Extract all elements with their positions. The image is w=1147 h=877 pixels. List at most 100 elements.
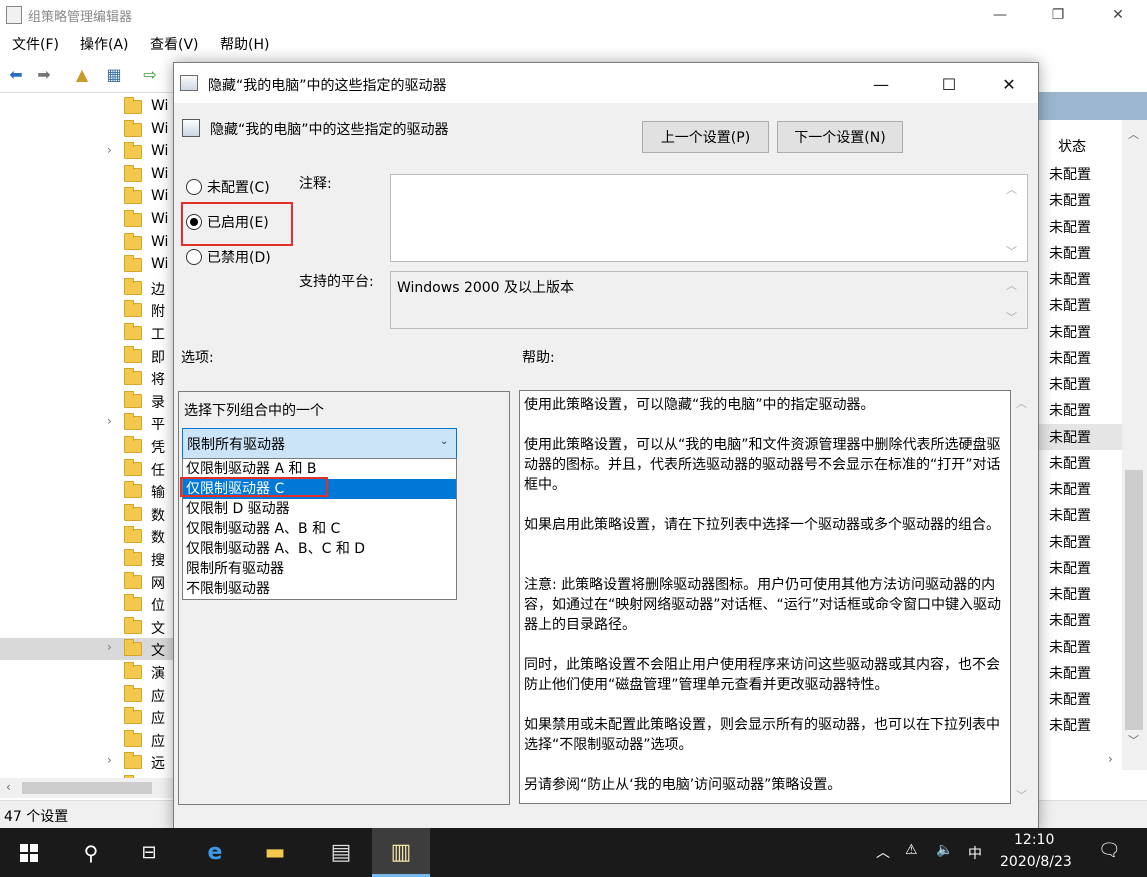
volume-muted-icon[interactable]: 🔈 [936, 842, 953, 858]
forward-arrow-icon[interactable]: ➡ [34, 64, 54, 84]
dropdown-option[interactable]: 仅限制驱动器 A、B 和 C [183, 519, 456, 539]
tree-item[interactable]: 工 [0, 322, 175, 344]
status-cell[interactable]: 未配置 [1049, 715, 1091, 735]
windows-start-icon[interactable] [0, 828, 58, 877]
export-list-icon[interactable]: ⇨ [140, 64, 160, 84]
menu-help[interactable]: 帮助(H) [220, 34, 269, 54]
platform-scroll-down-icon[interactable]: ﹀ [1006, 309, 1017, 325]
dropdown-option[interactable]: 仅限制 D 驱动器 [183, 499, 456, 519]
help-scrollbar[interactable] [1012, 390, 1030, 804]
chevron-right-icon[interactable]: › [107, 414, 112, 428]
status-cell[interactable]: 未配置 [1049, 269, 1091, 289]
details-scroll-thumb[interactable] [1125, 470, 1143, 730]
tree-item[interactable]: › 远 [0, 751, 175, 773]
tree-horizontal-scrollbar[interactable]: ‹ [0, 778, 175, 798]
dropdown-option[interactable]: 不限制驱动器 [183, 579, 456, 599]
scroll-up-icon[interactable]: ︿ [1128, 126, 1139, 142]
dialog-close-button[interactable]: ✕ [986, 69, 1032, 99]
show-hide-tree-icon[interactable]: ▦ [104, 64, 124, 84]
internet-explorer-icon[interactable]: e [186, 828, 244, 877]
tree-item[interactable]: 应 [0, 706, 175, 728]
task-view-icon[interactable]: ⊟ [120, 828, 178, 877]
menu-file[interactable]: 文件(F) [12, 34, 59, 54]
status-cell[interactable]: 未配置 [1049, 427, 1091, 447]
help-scroll-up-icon[interactable]: ︿ [1016, 395, 1027, 411]
tree-item[interactable]: 凭 [0, 435, 175, 457]
dropdown-selected-value[interactable]: 限制所有驱动器 [187, 434, 285, 454]
network-warning-icon[interactable]: ⚠ [905, 842, 918, 858]
maximize-button[interactable]: ❐ [1035, 0, 1081, 30]
scroll-thumb[interactable] [22, 782, 152, 794]
policy-editor-taskbar-icon[interactable]: ▥ [372, 828, 430, 877]
clock-time[interactable]: 12:10 [1014, 832, 1054, 848]
comment-scroll-up-icon[interactable]: ︿ [1006, 181, 1017, 197]
status-cell[interactable]: 未配置 [1049, 348, 1091, 368]
tree-item[interactable]: 数 [0, 503, 175, 525]
tree-item[interactable]: 位 [0, 593, 175, 615]
scroll-left-icon[interactable]: ‹ [6, 780, 11, 794]
tree-item[interactable]: 应 [0, 684, 175, 706]
status-cell[interactable]: 未配置 [1049, 217, 1091, 237]
status-cell[interactable]: 未配置 [1049, 190, 1091, 210]
dropdown-option[interactable]: 仅限制驱动器 A 和 B [183, 459, 456, 479]
tree-item[interactable]: Wi [0, 186, 175, 208]
status-cell[interactable]: 未配置 [1049, 610, 1091, 630]
status-cell[interactable]: 未配置 [1049, 558, 1091, 578]
dialog-maximize-button[interactable]: ☐ [926, 69, 972, 99]
chevron-right-icon[interactable]: › [107, 640, 112, 654]
up-folder-icon[interactable]: ▲ [72, 64, 92, 84]
status-cell[interactable]: 未配置 [1049, 689, 1091, 709]
input-method-indicator[interactable]: 中 [968, 843, 982, 863]
tree-item[interactable]: Wi [0, 96, 175, 118]
next-setting-button[interactable]: 下一个设置(N) [777, 121, 903, 153]
tree-item[interactable]: 即 [0, 345, 175, 367]
tree-item[interactable]: Wi [0, 209, 175, 231]
tree-item[interactable]: Wi [0, 232, 175, 254]
scroll-down-icon[interactable]: ﹀ [1128, 732, 1139, 748]
clock-date[interactable]: 2020/8/23 [1000, 854, 1072, 870]
file-explorer-icon[interactable]: ▬ [246, 828, 304, 877]
server-manager-icon[interactable]: ▤ [312, 828, 370, 877]
tree-item[interactable]: 搜 [0, 548, 175, 570]
tree-item[interactable]: › Wi [0, 141, 175, 163]
tree-item[interactable]: 将 [0, 367, 175, 389]
status-cell[interactable]: 未配置 [1049, 295, 1091, 315]
status-cell[interactable]: 未配置 [1049, 637, 1091, 657]
status-cell[interactable]: 未配置 [1049, 374, 1091, 394]
comment-scroll-down-icon[interactable]: ﹀ [1006, 243, 1017, 259]
radio-disabled[interactable] [186, 249, 202, 265]
tree-item[interactable]: 网 [0, 571, 175, 593]
tree-item[interactable]: Wi [0, 119, 175, 141]
menu-action[interactable]: 操作(A) [80, 34, 129, 54]
dropdown-option[interactable]: 仅限制驱动器 A、B、C 和 D [183, 539, 456, 559]
status-cell[interactable]: 未配置 [1049, 164, 1091, 184]
tree-item[interactable]: 任 [0, 458, 175, 480]
tree-item[interactable]: 附 [0, 299, 175, 321]
status-column-header[interactable]: 状态 [1058, 136, 1086, 156]
notification-icon[interactable]: 🗨 [1098, 840, 1121, 861]
menu-view[interactable]: 查看(V) [150, 34, 199, 54]
tree-item[interactable]: 应 [0, 729, 175, 751]
tree-item[interactable]: 边 [0, 277, 175, 299]
chevron-up-icon[interactable]: ︿ [876, 842, 890, 862]
close-button[interactable]: ✕ [1095, 0, 1141, 30]
status-cell[interactable]: 未配置 [1049, 322, 1091, 342]
minimize-button[interactable]: — [977, 0, 1023, 30]
status-cell[interactable]: 未配置 [1049, 479, 1091, 499]
search-icon[interactable]: ⚲ [62, 828, 120, 877]
tree-item[interactable]: 演 [0, 661, 175, 683]
tree-item[interactable]: 输 [0, 480, 175, 502]
status-cell[interactable]: 未配置 [1049, 663, 1091, 683]
dialog-minimize-button[interactable]: — [858, 69, 904, 99]
radio-not-configured-label[interactable]: 未配置(C) [207, 177, 270, 197]
radio-disabled-label[interactable]: 已禁用(D) [207, 247, 271, 267]
tree-item[interactable]: 数 [0, 525, 175, 547]
chevron-down-icon[interactable]: ⌄ [440, 436, 448, 447]
chevron-right-icon[interactable]: › [107, 143, 112, 157]
help-scroll-down-icon[interactable]: ﹀ [1016, 787, 1027, 803]
tree-item[interactable]: › 平 [0, 412, 175, 434]
tree-item[interactable]: 文 [0, 616, 175, 638]
previous-setting-button[interactable]: 上一个设置(P) [642, 121, 769, 153]
tree-item[interactable]: Wi [0, 254, 175, 276]
radio-not-configured[interactable] [186, 179, 202, 195]
